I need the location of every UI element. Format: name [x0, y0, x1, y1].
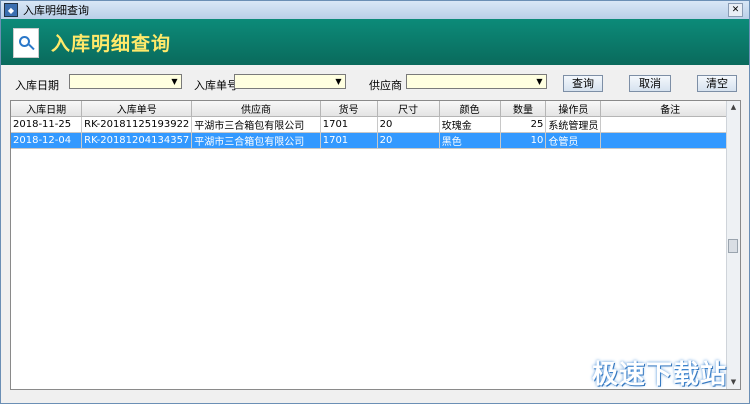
scroll-down-icon[interactable]: ▼: [727, 376, 740, 389]
chevron-down-icon: ▼: [171, 77, 178, 86]
cell-sku: 1701: [320, 132, 378, 149]
cell-note: [600, 132, 740, 149]
supplier-label: 供应商: [369, 79, 402, 92]
chevron-down-icon: ▼: [536, 77, 543, 86]
query-button[interactable]: 查询: [563, 75, 603, 92]
date-label: 入库日期: [15, 79, 59, 92]
cell-order: RK-20181125193922: [81, 116, 193, 133]
column-header[interactable]: 操作员: [545, 101, 602, 117]
column-header[interactable]: 供应商: [191, 101, 321, 117]
cell-size: 20: [377, 132, 440, 149]
app-icon: ◆: [4, 3, 18, 17]
supplier-dropdown[interactable]: ▼: [406, 74, 547, 89]
cell-color: 黑色: [439, 132, 501, 149]
cell-color: 玫瑰金: [439, 116, 501, 133]
cell-sku: 1701: [320, 116, 378, 133]
cell-operator: 仓管员: [545, 132, 602, 149]
date-dropdown[interactable]: ▼: [69, 74, 182, 89]
banner-title: 入库明细查询: [51, 33, 172, 55]
header-banner: 入库明细查询: [1, 19, 749, 65]
cell-qty: 25: [500, 116, 547, 133]
scroll-thumb[interactable]: [728, 239, 738, 253]
clear-button[interactable]: 清空: [697, 75, 737, 92]
column-header[interactable]: 尺寸: [377, 101, 440, 117]
order-label: 入库单号: [194, 79, 238, 92]
window-title: 入库明细查询: [23, 4, 89, 17]
vertical-scrollbar[interactable]: ▲ ▼: [726, 101, 740, 389]
cancel-button[interactable]: 取消: [629, 75, 671, 92]
column-header[interactable]: 货号: [320, 101, 378, 117]
cell-note: [600, 116, 740, 133]
filter-bar: 入库日期 ▼ 入库单号 ▼ 供应商 ▼ 查询 取消 清空: [1, 65, 749, 99]
cell-qty: 10: [500, 132, 547, 149]
results-grid[interactable]: 入库日期 入库单号 供应商 货号 尺寸 颜色 数量 操作员 备注 2018-11…: [10, 100, 741, 390]
column-header[interactable]: 备注: [600, 101, 740, 117]
cell-supplier: 平湖市三合箱包有限公司: [191, 132, 321, 149]
cell-date: 2018-11-25: [11, 116, 83, 133]
cell-order: RK-20181204134357: [81, 132, 193, 149]
table-row[interactable]: 2018-11-25 RK-20181125193922 平湖市三合箱包有限公司…: [11, 116, 740, 133]
cell-size: 20: [377, 116, 440, 133]
column-header[interactable]: 入库日期: [11, 101, 83, 117]
search-document-icon: [13, 28, 39, 58]
cell-date: 2018-12-04: [11, 132, 83, 149]
main-window: ◆ 入库明细查询 ✕ 入库明细查询 入库日期 ▼ 入库单号 ▼ 供应商 ▼ 查询…: [0, 0, 750, 404]
title-bar: ◆ 入库明细查询 ✕: [1, 1, 749, 19]
cell-supplier: 平湖市三合箱包有限公司: [191, 116, 321, 133]
table-row-selected[interactable]: 2018-12-04 RK-20181204134357 平湖市三合箱包有限公司…: [11, 132, 740, 149]
column-header[interactable]: 数量: [500, 101, 547, 117]
order-dropdown[interactable]: ▼: [234, 74, 346, 89]
scroll-up-icon[interactable]: ▲: [727, 101, 740, 114]
results-table: 入库日期 入库单号 供应商 货号 尺寸 颜色 数量 操作员 备注 2018-11…: [11, 101, 740, 149]
close-button[interactable]: ✕: [728, 3, 743, 17]
column-header[interactable]: 入库单号: [81, 101, 193, 117]
column-header[interactable]: 颜色: [439, 101, 501, 117]
chevron-down-icon: ▼: [335, 77, 342, 86]
watermark: 极速下载站: [591, 360, 727, 390]
header-row: 入库日期 入库单号 供应商 货号 尺寸 颜色 数量 操作员 备注: [11, 101, 740, 117]
cell-operator: 系统管理员: [545, 116, 602, 133]
